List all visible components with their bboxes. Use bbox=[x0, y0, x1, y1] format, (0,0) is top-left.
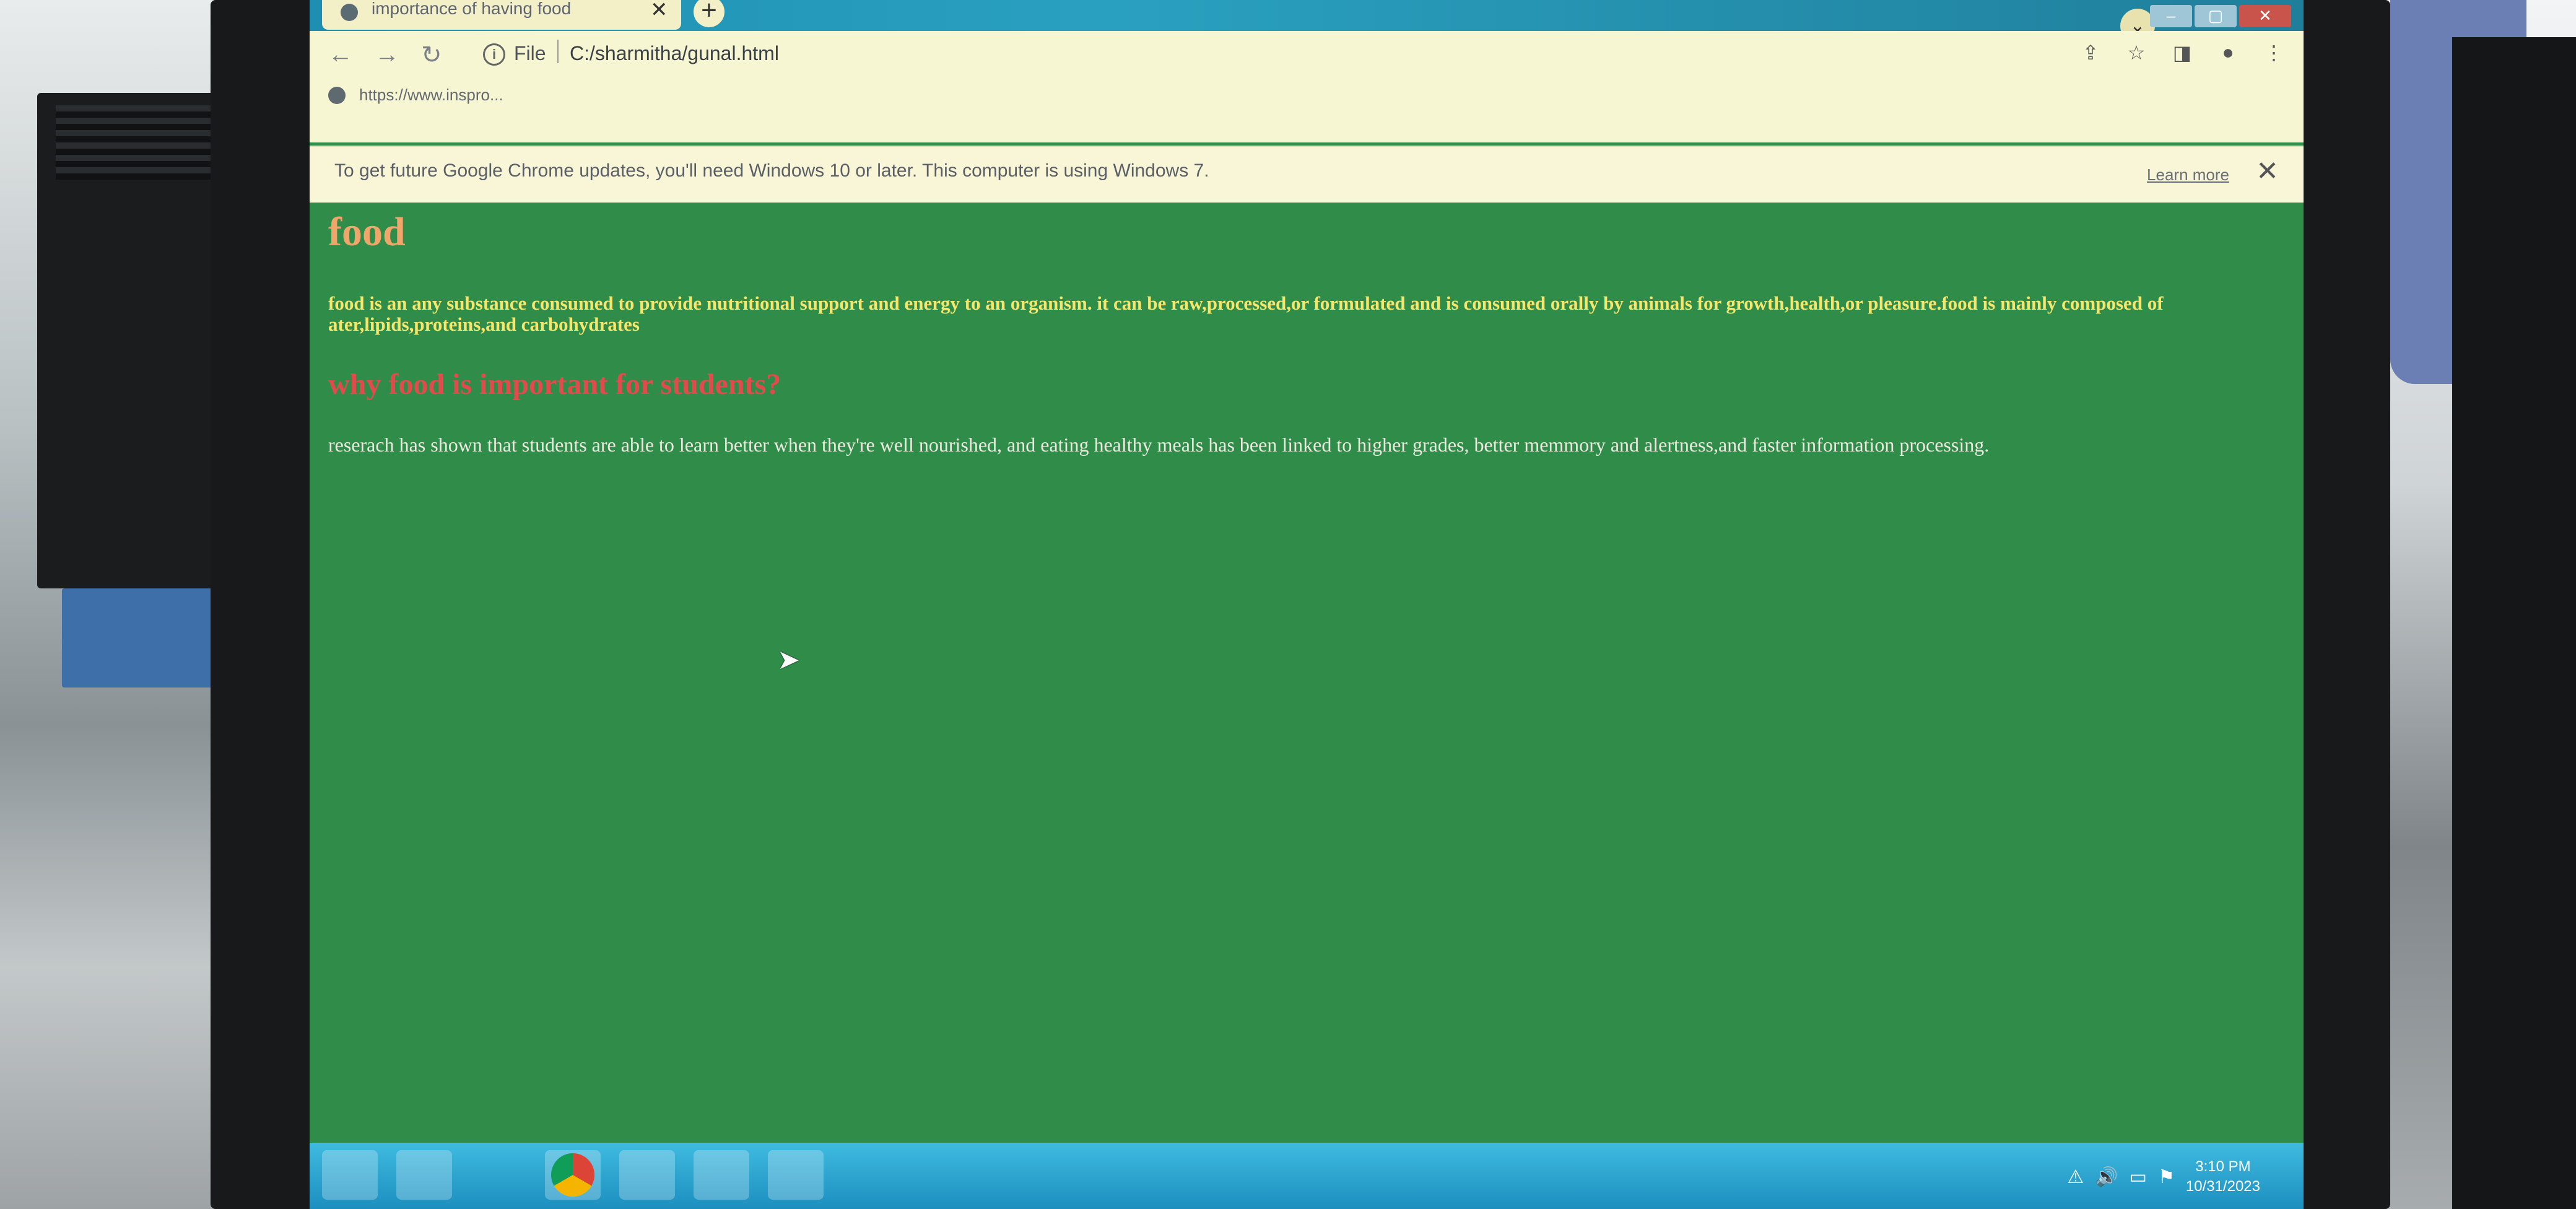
forward-arrow-icon[interactable]: → bbox=[375, 41, 399, 69]
toolbar-actions: ⇪ ☆ ◨ ● ⋮ bbox=[2079, 41, 2285, 64]
taskbar-clock[interactable]: 3:10 PM 10/31/2023 bbox=[2186, 1157, 2260, 1197]
taskbar-notepad[interactable] bbox=[768, 1150, 824, 1200]
flag-icon[interactable]: ⚑ bbox=[2158, 1166, 2175, 1188]
maximize-button[interactable]: ▢ bbox=[2195, 5, 2237, 27]
tab-title: importance of having food bbox=[372, 0, 572, 18]
food-definition-paragraph: food is an any substance consumed to pro… bbox=[328, 292, 2164, 335]
bookmark-item[interactable]: https://www.inspro... bbox=[359, 85, 503, 105]
star-icon[interactable]: ☆ bbox=[2125, 41, 2147, 64]
background-chair bbox=[2452, 37, 2576, 1209]
network-icon[interactable]: ▭ bbox=[2130, 1166, 2147, 1188]
menu-icon[interactable]: ⋮ bbox=[2263, 41, 2285, 64]
infobar-message: To get future Google Chrome updates, you… bbox=[334, 160, 1209, 181]
monitor-screen: importance of having food ✕ + ⌄ – ▢ ✕ ← … bbox=[310, 0, 2304, 1209]
page-subheading: why food is important for students? bbox=[328, 368, 781, 401]
bookmarks-bar: https://www.inspro... bbox=[310, 79, 2304, 114]
address-bar[interactable]: C:/sharmitha/gunal.html bbox=[570, 42, 779, 65]
tab-close-icon[interactable]: ✕ bbox=[650, 0, 668, 22]
start-button[interactable] bbox=[322, 1150, 378, 1200]
learn-more-link[interactable]: Learn more bbox=[2147, 165, 2229, 185]
page-content: food food is an any substance consumed t… bbox=[310, 201, 2304, 1158]
update-infobar: To get future Google Chrome updates, you… bbox=[310, 146, 2304, 203]
browser-toolbar: ← → ↻ i File C:/sharmitha/gunal.html ⇪ ☆… bbox=[310, 31, 2304, 142]
taskbar-app[interactable] bbox=[619, 1150, 675, 1200]
students-paragraph: reserach has shown that students are abl… bbox=[328, 434, 1990, 456]
profile-icon[interactable]: ● bbox=[2217, 41, 2239, 64]
volume-icon[interactable]: 🔊 bbox=[2095, 1166, 2118, 1188]
windows-taskbar: ⚠ 🔊 ▭ ⚑ 3:10 PM 10/31/2023 bbox=[310, 1143, 2304, 1209]
url-separator bbox=[557, 40, 559, 63]
background-monitor bbox=[37, 93, 223, 588]
tab-strip: importance of having food ✕ + ⌄ – ▢ ✕ bbox=[310, 0, 2304, 43]
window-controls: – ▢ ✕ bbox=[2150, 5, 2291, 30]
taskbar-app[interactable] bbox=[396, 1150, 452, 1200]
reload-icon[interactable]: ↻ bbox=[421, 41, 442, 69]
globe-icon bbox=[341, 4, 358, 21]
new-tab-button[interactable]: + bbox=[694, 0, 724, 27]
share-icon[interactable]: ⇪ bbox=[2079, 41, 2102, 64]
monitor-vent bbox=[56, 105, 217, 180]
info-icon[interactable]: i bbox=[483, 43, 505, 66]
url-scheme: File bbox=[514, 42, 546, 64]
close-icon[interactable]: ✕ bbox=[2256, 155, 2279, 187]
chrome-icon bbox=[551, 1153, 594, 1197]
system-tray: ⚠ 🔊 ▭ ⚑ 3:10 PM 10/31/2023 bbox=[2067, 1149, 2260, 1205]
minimize-button[interactable]: – bbox=[2150, 5, 2192, 27]
globe-icon bbox=[328, 87, 346, 104]
browser-tab[interactable]: importance of having food ✕ bbox=[322, 0, 681, 30]
close-window-button[interactable]: ✕ bbox=[2239, 5, 2291, 27]
taskbar-chrome[interactable] bbox=[545, 1150, 601, 1200]
mouse-cursor-icon: ➤ bbox=[777, 645, 800, 675]
desk-object bbox=[62, 588, 229, 687]
alert-icon[interactable]: ⚠ bbox=[2067, 1166, 2084, 1188]
side-panel-icon[interactable]: ◨ bbox=[2171, 41, 2193, 64]
back-arrow-icon[interactable]: ← bbox=[328, 41, 353, 69]
page-heading: food bbox=[328, 209, 406, 255]
clock-date: 10/31/2023 bbox=[2185, 1178, 2260, 1195]
clock-time: 3:10 PM bbox=[2195, 1158, 2251, 1175]
taskbar-explorer[interactable] bbox=[694, 1150, 749, 1200]
